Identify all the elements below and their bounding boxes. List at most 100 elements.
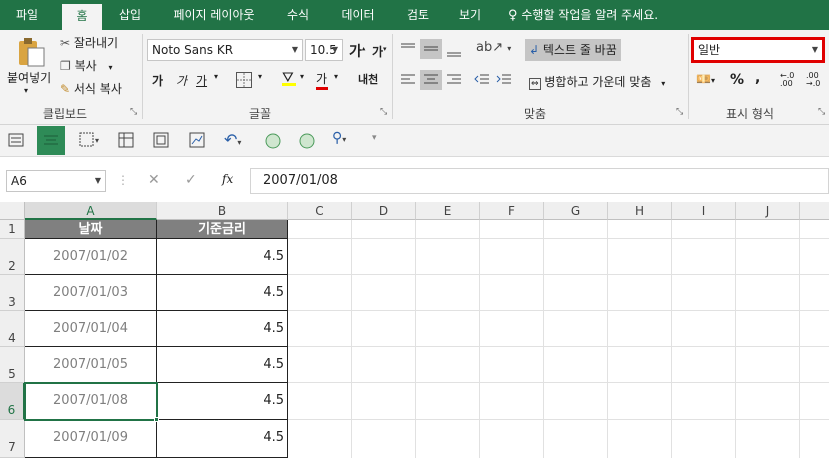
row-header-4[interactable]: 4: [0, 311, 25, 347]
form-icon[interactable]: [8, 132, 24, 151]
tab-insert[interactable]: 삽입: [108, 0, 152, 30]
center-align-qat-icon[interactable]: [37, 126, 65, 155]
column-header-g[interactable]: G: [544, 202, 608, 220]
row-header-2[interactable]: 2: [0, 239, 25, 275]
shrink-font-button[interactable]: 가▾: [372, 43, 387, 60]
tab-page-layout[interactable]: 페이지 레이아웃: [164, 0, 264, 30]
table-cell-rate[interactable]: 4.5: [157, 275, 288, 311]
fill-color-icon[interactable]: ⛛: [282, 70, 296, 86]
tab-home[interactable]: 홈: [62, 4, 102, 30]
increase-decimal-icon[interactable]: ←.0.00: [780, 72, 794, 88]
row-header-1[interactable]: 1: [0, 220, 25, 239]
table-cell-date[interactable]: 2007/01/04: [25, 311, 157, 347]
paste-button[interactable]: 붙여넣기: [7, 69, 51, 86]
dialog-launcher-icon[interactable]: ⤡: [130, 107, 137, 117]
tell-me-box[interactable]: ♀ 수행할 작업을 알려 주세요.: [508, 0, 688, 30]
dialog-launcher-icon[interactable]: ⤡: [676, 107, 683, 117]
orientation-icon[interactable]: ab↗ ▾: [476, 40, 511, 55]
middle-align-icon[interactable]: [420, 39, 442, 59]
row-header-6[interactable]: 6: [0, 383, 25, 420]
accounting-format-icon[interactable]: 💴▾: [696, 72, 715, 86]
table-cell-rate[interactable]: 4.5: [157, 311, 288, 347]
align-left-icon[interactable]: [400, 73, 416, 90]
column-header-e[interactable]: E: [416, 202, 480, 220]
font-color-dropdown-icon[interactable]: ▾: [334, 72, 338, 81]
enter-icon[interactable]: ✓: [185, 172, 197, 188]
comma-button[interactable]: ,: [755, 70, 760, 86]
grow-font-button[interactable]: 가▴: [349, 41, 365, 61]
borders-qat-icon[interactable]: ▾: [79, 132, 101, 151]
underline-button[interactable]: 가: [196, 72, 207, 89]
tab-formulas[interactable]: 수식: [276, 0, 320, 30]
dialog-launcher-icon[interactable]: ⤡: [380, 107, 387, 117]
merge-center-button[interactable]: ⇔ 병합하고 가운데 맞춤 ▾: [529, 73, 665, 90]
table-cell-rate[interactable]: 4.5: [157, 420, 288, 458]
paste-icon[interactable]: [16, 36, 46, 68]
phonetic-button[interactable]: 내천: [358, 71, 378, 87]
borders-icon[interactable]: [236, 72, 252, 88]
italic-button[interactable]: 가: [176, 72, 187, 89]
column-header-j[interactable]: J: [736, 202, 800, 220]
table-cell-rate[interactable]: 4.5: [157, 347, 288, 383]
table-header-date[interactable]: 날짜: [25, 220, 157, 239]
tab-data[interactable]: 데이터: [332, 0, 384, 30]
font-size-select[interactable]: 10.5 ▼: [305, 39, 343, 61]
table-header-rate[interactable]: 기준금리: [157, 220, 288, 239]
cancel-icon[interactable]: ✕: [148, 172, 160, 188]
circle-shape-icon[interactable]: [265, 133, 281, 152]
decrease-decimal-icon[interactable]: .00 →.0: [806, 72, 820, 88]
paste-dropdown-icon[interactable]: ▾: [24, 86, 28, 95]
fill-handle[interactable]: [154, 417, 159, 422]
table-cell-rate[interactable]: 4.5: [157, 239, 288, 275]
underline-dropdown-icon[interactable]: ▾: [214, 72, 218, 81]
table-cell-date[interactable]: 2007/01/09: [25, 420, 157, 458]
search-icon[interactable]: ⚲▾: [332, 130, 346, 146]
cut-button[interactable]: ✂ 잘라내기: [60, 34, 118, 51]
formula-input[interactable]: 2007/01/08: [250, 168, 829, 194]
column-header-c[interactable]: C: [288, 202, 352, 220]
freeze-panes-icon[interactable]: [153, 132, 169, 151]
tab-file[interactable]: 파일: [4, 0, 50, 30]
number-format-select[interactable]: 일반 ▼: [691, 37, 825, 63]
column-header-a[interactable]: A: [25, 202, 157, 220]
column-header-h[interactable]: H: [608, 202, 672, 220]
table-cell-date[interactable]: 2007/01/03: [25, 275, 157, 311]
chart-qat-icon[interactable]: [189, 132, 205, 151]
column-header-b[interactable]: B: [157, 202, 288, 220]
font-name-select[interactable]: Noto Sans KR ▼: [147, 39, 303, 61]
table-cell-rate[interactable]: 4.5: [157, 383, 288, 420]
top-align-icon[interactable]: [400, 42, 416, 59]
row-header-3[interactable]: 3: [0, 275, 25, 311]
table-qat-icon[interactable]: [118, 132, 134, 151]
tab-view[interactable]: 보기: [450, 0, 490, 30]
percent-button[interactable]: %: [730, 72, 744, 88]
borders-dropdown-icon[interactable]: ▾: [258, 72, 262, 81]
bottom-align-icon[interactable]: [446, 42, 462, 61]
row-header-5[interactable]: 5: [0, 347, 25, 383]
column-header-i[interactable]: I: [672, 202, 736, 220]
decrease-indent-icon[interactable]: [474, 73, 490, 90]
name-box[interactable]: A6 ▼: [6, 170, 106, 192]
copy-button[interactable]: ❐ 복사 ▾: [60, 57, 113, 74]
table-cell-date-selected[interactable]: 2007/01/08: [25, 383, 157, 420]
increase-indent-icon[interactable]: [496, 73, 512, 90]
align-right-icon[interactable]: [446, 73, 462, 90]
row-header-7[interactable]: 7: [0, 420, 25, 458]
font-color-button[interactable]: 가: [316, 70, 328, 90]
column-header-d[interactable]: D: [352, 202, 416, 220]
customize-qat-icon[interactable]: ▾: [372, 133, 377, 143]
circle-shape-icon[interactable]: [299, 133, 315, 152]
dialog-launcher-icon[interactable]: ⤡: [818, 107, 825, 117]
wrap-text-button[interactable]: ↲ 텍스트 줄 바꿈: [525, 39, 621, 61]
undo-icon[interactable]: ↶▾: [224, 130, 241, 149]
tab-review[interactable]: 검토: [396, 0, 440, 30]
align-center-icon[interactable]: [420, 70, 442, 90]
column-header-f[interactable]: F: [480, 202, 544, 220]
fill-color-dropdown-icon[interactable]: ▾: [300, 72, 304, 81]
table-cell-date[interactable]: 2007/01/02: [25, 239, 157, 275]
column-header-k[interactable]: [800, 202, 829, 220]
format-painter-button[interactable]: ✎ 서식 복사: [60, 80, 122, 97]
table-cell-date[interactable]: 2007/01/05: [25, 347, 157, 383]
bold-button[interactable]: 가: [152, 72, 163, 89]
insert-function-button[interactable]: fx: [222, 172, 233, 186]
